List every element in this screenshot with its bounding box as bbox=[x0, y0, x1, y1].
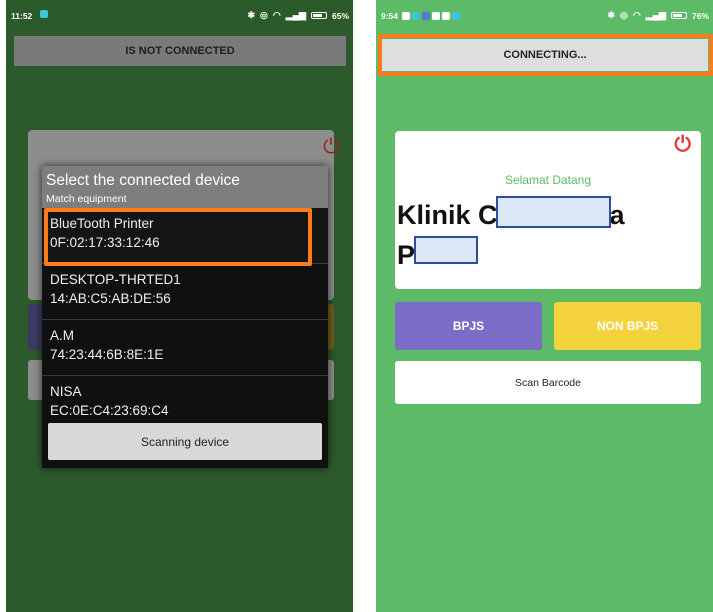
status-time: 11:52 bbox=[11, 11, 33, 21]
device-address: 74:23:44:6B:8E:1E bbox=[50, 347, 164, 362]
redaction-box bbox=[414, 236, 478, 264]
battery-percent: 65% bbox=[331, 10, 349, 21]
scanning-device-button[interactable]: Scanning device bbox=[48, 423, 322, 460]
notification-icon bbox=[452, 11, 460, 20]
welcome-text: Selamat Datang bbox=[504, 173, 592, 187]
bpjs-button[interactable]: BPJS bbox=[395, 302, 542, 350]
battery-icon bbox=[310, 12, 327, 19]
notification-icon bbox=[412, 11, 420, 20]
status-icons: ✱ ◎ ◠ ▂▄▆ 76% bbox=[607, 10, 709, 21]
device-name: NISA bbox=[50, 384, 82, 399]
power-icon[interactable]: ⏻ bbox=[674, 133, 691, 157]
status-highlight bbox=[378, 34, 713, 76]
notification-icon bbox=[442, 11, 450, 20]
notification-icons bbox=[400, 10, 460, 20]
redaction-box bbox=[496, 196, 611, 228]
status-time: 9:54 bbox=[381, 11, 399, 21]
status-bar: 9:54 ✱ ◎ ◠ ▂▄▆ 76% bbox=[376, 0, 713, 30]
dialog-header: Select the connected device Match equipm… bbox=[42, 166, 328, 208]
status-bar: 11:52 ✱ ◎ ◠ ▂▄▆ 65% bbox=[6, 0, 353, 30]
selection-highlight bbox=[44, 208, 312, 266]
connection-status-bar: IS NOT CONNECTED bbox=[14, 36, 346, 66]
signal-icon: ▂▄▆ bbox=[285, 10, 306, 20]
notification-icon bbox=[402, 11, 410, 20]
wifi-icon: ◠ bbox=[272, 10, 281, 20]
signal-icon: ▂▄▆ bbox=[645, 10, 666, 20]
alarm-icon: ◎ bbox=[620, 10, 628, 20]
non-bpjs-button[interactable]: NON BPJS bbox=[554, 302, 701, 350]
scan-barcode-button[interactable]: Scan Barcode bbox=[395, 361, 701, 404]
left-phone-screen: 11:52 ✱ ◎ ◠ ▂▄▆ 65% IS NOT CONNECTED ⏻ S… bbox=[6, 0, 353, 612]
dialog-title: Select the connected device bbox=[46, 172, 240, 189]
battery-icon bbox=[670, 12, 687, 19]
device-address: 14:AB:C5:AB:DE:56 bbox=[50, 291, 171, 306]
device-name: A.M bbox=[50, 328, 75, 343]
power-icon: ⏻ bbox=[323, 136, 339, 158]
device-name: DESKTOP-THRTED1 bbox=[50, 272, 181, 287]
battery-percent: 76% bbox=[691, 10, 709, 21]
dialog-subtitle: Match equipment bbox=[46, 193, 127, 205]
notification-icon bbox=[432, 11, 440, 20]
notification-icon bbox=[422, 11, 430, 20]
device-address: EC:0E:C4:23:69:C4 bbox=[50, 403, 169, 418]
bluetooth-icon: ✱ bbox=[247, 10, 256, 20]
wifi-icon: ◠ bbox=[632, 10, 641, 20]
alarm-icon: ◎ bbox=[260, 10, 268, 20]
clinic-name-line1: Klinik C bbox=[397, 200, 498, 230]
notification-icon bbox=[40, 10, 48, 18]
device-item-am[interactable]: A.M 74:23:44:6B:8E:1E bbox=[42, 320, 328, 376]
device-item-desktop[interactable]: DESKTOP-THRTED1 14:AB:C5:AB:DE:56 bbox=[42, 264, 328, 320]
status-icons: ✱ ◎ ◠ ▂▄▆ 65% bbox=[247, 10, 349, 21]
clinic-name-line1-end: a bbox=[609, 200, 625, 230]
right-phone-screen: 9:54 ✱ ◎ ◠ ▂▄▆ 76% CONNECTING... ⏻ Selam… bbox=[376, 0, 713, 612]
button-row: BPJS NON BPJS bbox=[395, 302, 701, 350]
bluetooth-icon: ✱ bbox=[607, 10, 616, 20]
clinic-name-line2: P bbox=[397, 240, 416, 270]
